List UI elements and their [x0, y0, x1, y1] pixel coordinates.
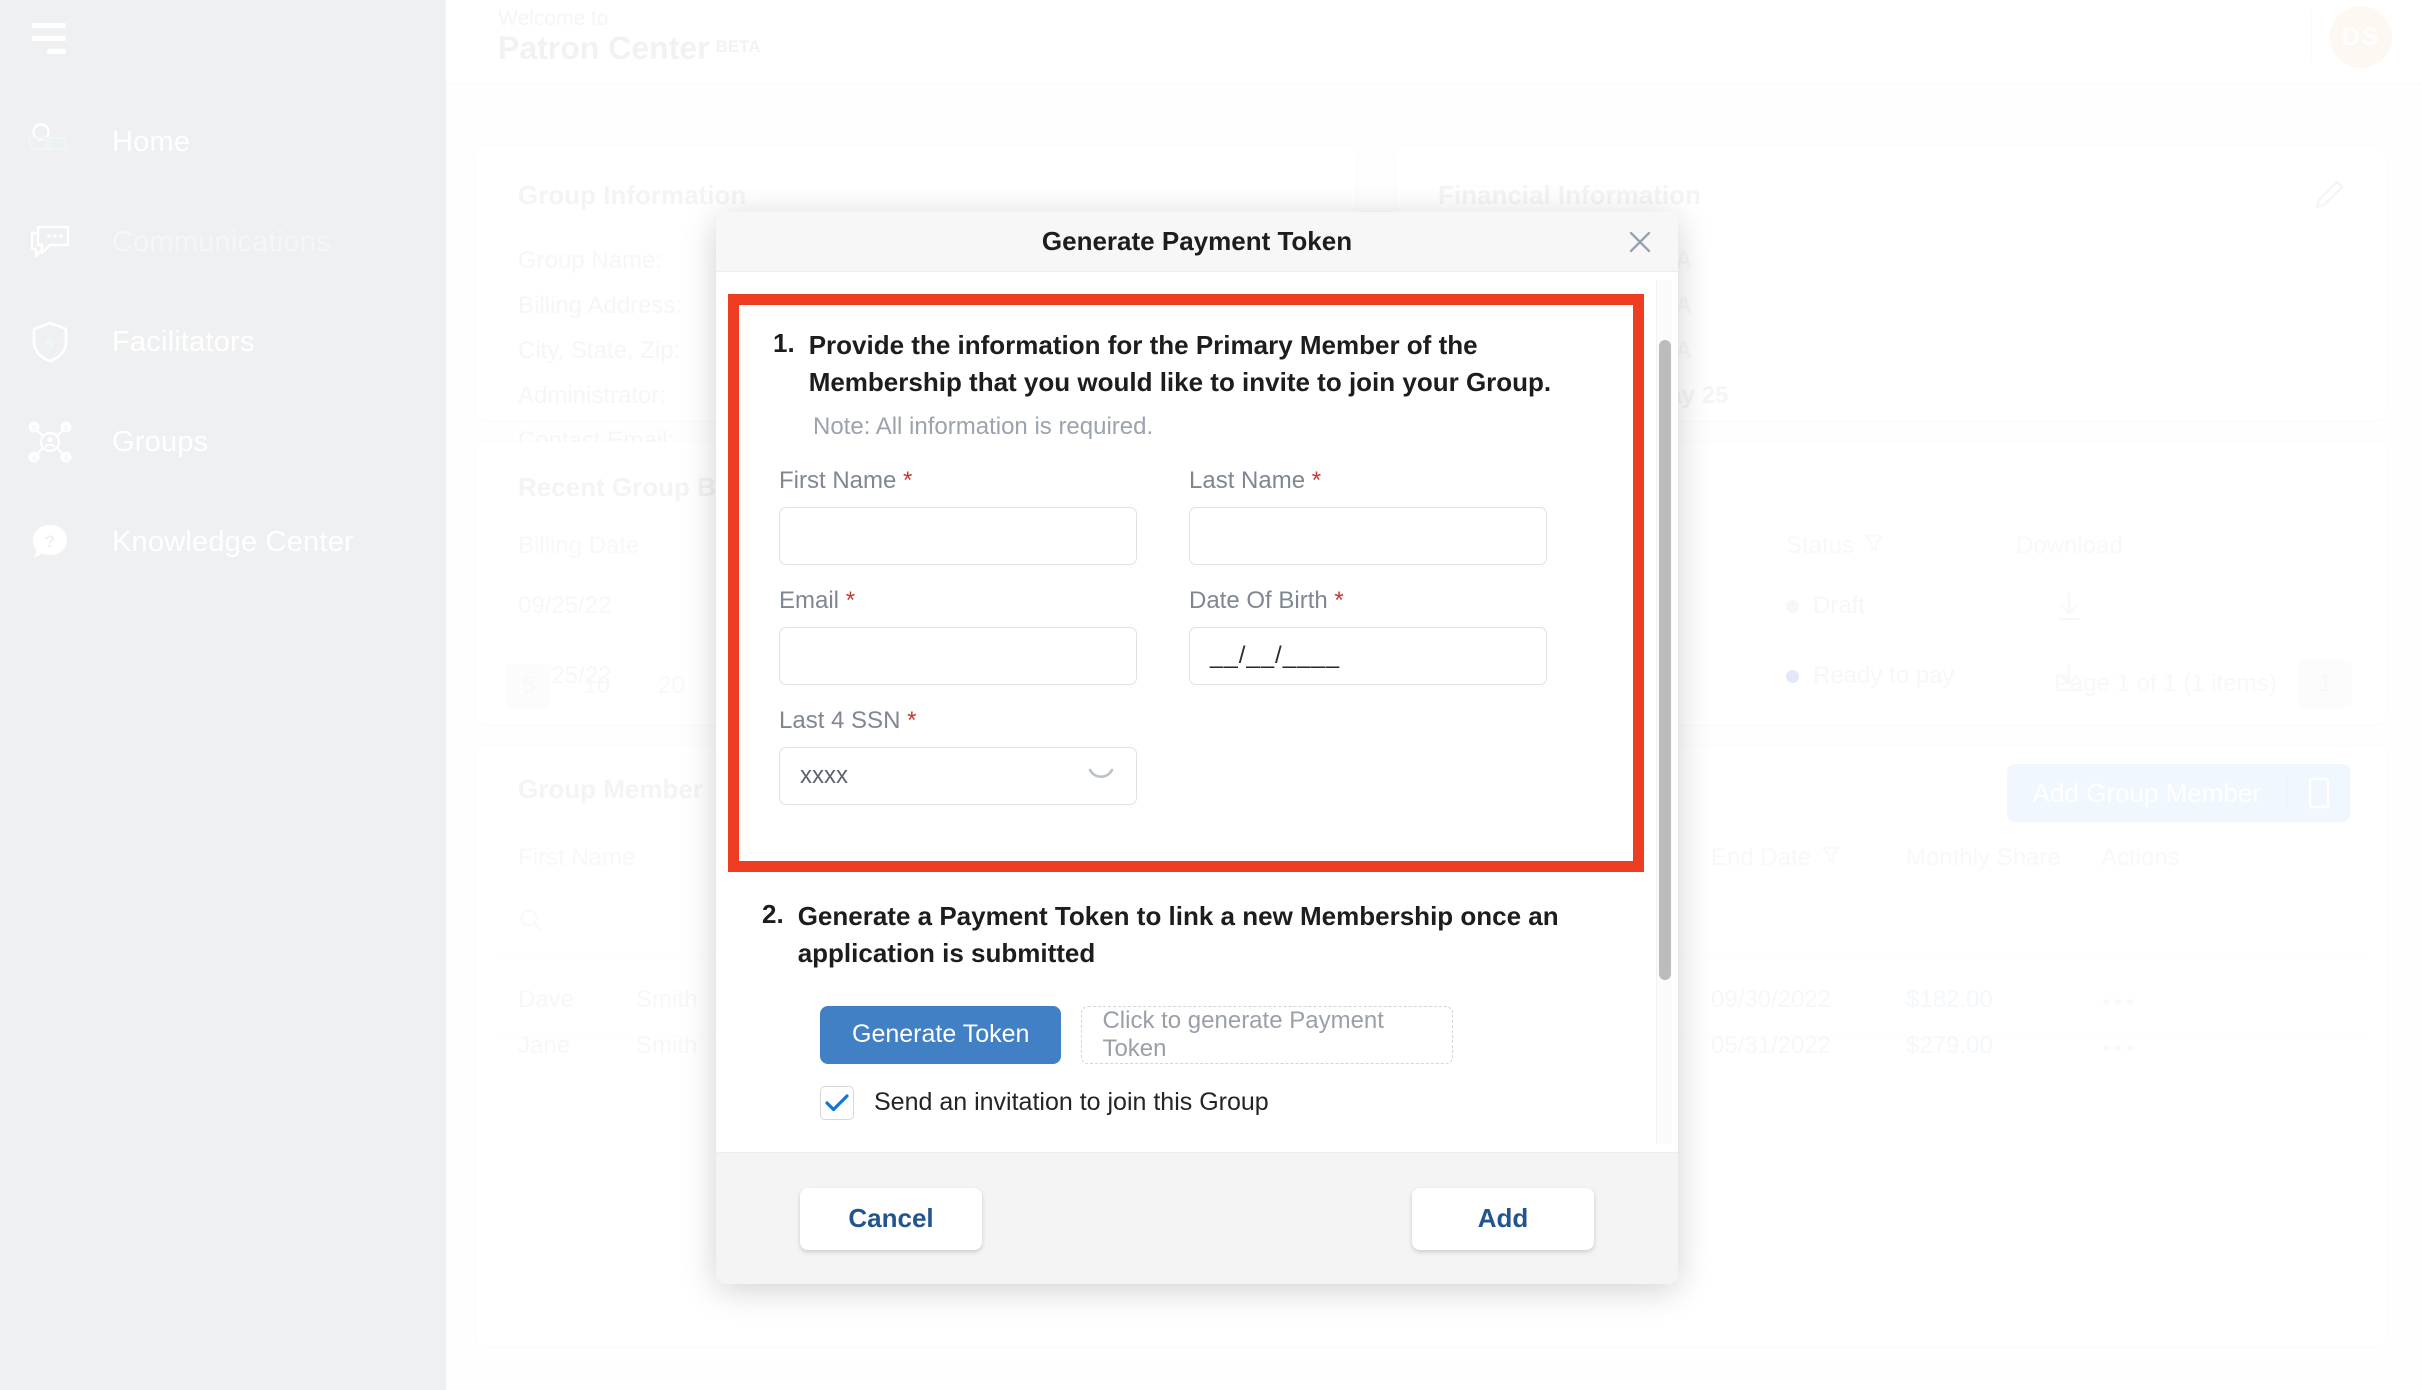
email-field-group: Email * — [779, 587, 1189, 685]
last4ssn-label: Last 4 SSN * — [779, 707, 1137, 735]
checkmark-icon — [824, 1093, 850, 1113]
required-marker: * — [903, 467, 912, 494]
primary-member-form: First Name * Last Name * — [779, 467, 1599, 827]
modal-scrollbar-thumb[interactable] — [1659, 340, 1671, 980]
step1-highlighted-section: 1. Provide the information for the Prima… — [728, 294, 1644, 872]
step1-number: 1. — [773, 327, 795, 359]
email-field[interactable] — [779, 627, 1137, 685]
chevron-down-icon — [1086, 762, 1116, 790]
step2-heading-row: 2. Generate a Payment Token to link a ne… — [762, 898, 1610, 972]
cancel-button[interactable]: Cancel — [800, 1188, 982, 1250]
required-marker: * — [907, 707, 916, 734]
first-name-input[interactable] — [779, 507, 1137, 565]
step1-heading: Provide the information for the Primary … — [809, 327, 1599, 401]
email-label: Email * — [779, 587, 1137, 615]
required-marker: * — [1334, 587, 1343, 614]
step2-section: 2. Generate a Payment Token to link a ne… — [716, 872, 1656, 1130]
generate-payment-token-modal: Generate Payment Token 1. Provide the in… — [716, 212, 1678, 1284]
last4ssn-label-text: Last 4 SSN — [779, 707, 900, 734]
date-of-birth-label-text: Date Of Birth — [1189, 587, 1328, 614]
modal-header: Generate Payment Token — [716, 212, 1678, 272]
last-name-label: Last Name * — [1189, 467, 1547, 495]
modal-footer: Cancel Add — [716, 1152, 1678, 1284]
first-name-label: First Name * — [779, 467, 1137, 495]
payment-token-display[interactable]: Click to generate Payment Token — [1081, 1006, 1453, 1064]
required-marker: * — [846, 587, 855, 614]
send-invitation-label: Send an invitation to join this Group — [874, 1088, 1269, 1117]
email-label-text: Email — [779, 587, 839, 614]
generate-token-button[interactable]: Generate Token — [820, 1006, 1061, 1064]
date-of-birth-field-group: Date Of Birth * __/__/____ — [1189, 587, 1599, 685]
step2-number: 2. — [762, 898, 784, 930]
first-name-field-group: First Name * — [779, 467, 1189, 565]
close-icon[interactable] — [1620, 222, 1660, 262]
send-invitation-checkbox[interactable] — [820, 1086, 854, 1120]
add-button[interactable]: Add — [1412, 1188, 1594, 1250]
date-of-birth-input[interactable]: __/__/____ — [1189, 627, 1547, 685]
send-invitation-row[interactable]: Send an invitation to join this Group — [820, 1086, 1610, 1120]
last4ssn-value: xxxx — [800, 762, 848, 790]
modal-scrollbar[interactable] — [1656, 280, 1672, 1144]
required-marker: * — [1312, 467, 1321, 494]
last4ssn-select[interactable]: xxxx — [779, 747, 1137, 805]
modal-title: Generate Payment Token — [1042, 226, 1352, 257]
first-name-label-text: First Name — [779, 467, 896, 494]
last-name-label-text: Last Name — [1189, 467, 1305, 494]
last-name-input[interactable] — [1189, 507, 1547, 565]
step2-heading: Generate a Payment Token to link a new M… — [798, 898, 1610, 972]
step1-note: Note: All information is required. — [813, 413, 1599, 441]
generate-token-row: Generate Token Click to generate Payment… — [820, 1006, 1610, 1064]
step1-heading-row: 1. Provide the information for the Prima… — [773, 327, 1599, 401]
modal-scroll-content: 1. Provide the information for the Prima… — [716, 272, 1656, 1152]
date-of-birth-label: Date Of Birth * — [1189, 587, 1547, 615]
last4ssn-field-group: Last 4 SSN * xxxx — [779, 707, 1189, 805]
modal-body: 1. Provide the information for the Prima… — [716, 272, 1678, 1152]
app-root: Home Communications — [0, 0, 2422, 1390]
last-name-field-group: Last Name * — [1189, 467, 1599, 565]
